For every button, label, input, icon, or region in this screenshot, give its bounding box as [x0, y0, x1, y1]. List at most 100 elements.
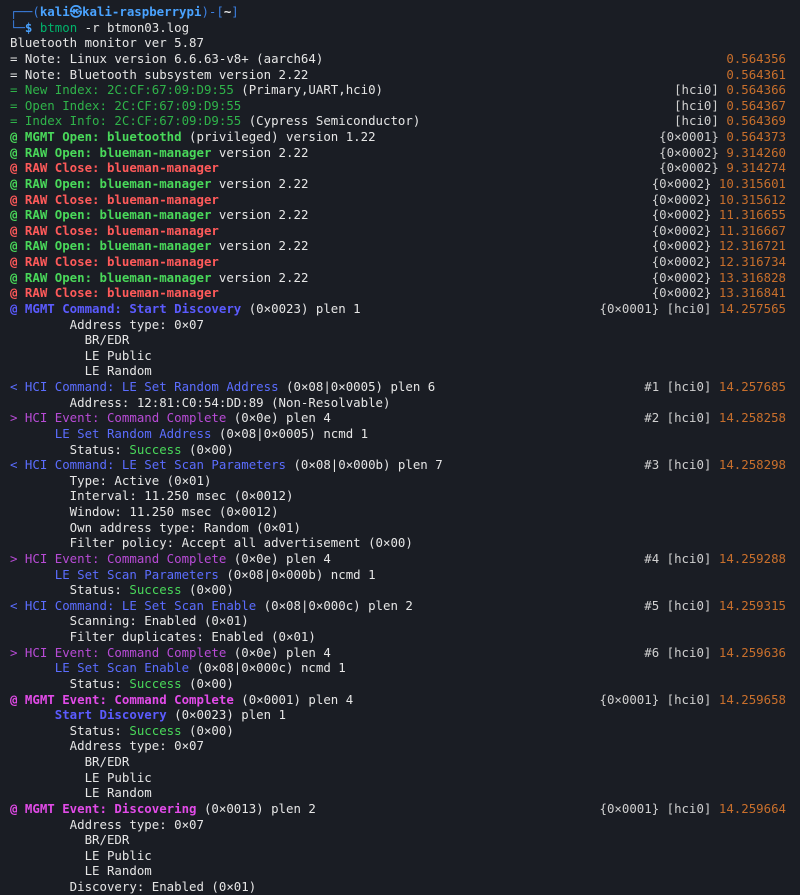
prompt-frame: )-[ — [201, 4, 224, 19]
log-meta: #3 [hci0] 14.258298 — [644, 457, 786, 473]
log-text: < HCI Command: LE Set Random Address (0×… — [10, 379, 435, 395]
log-line: @ RAW Close: blueman-manager {0×0002} 10.… — [10, 192, 786, 208]
log-index-tag: #2 [hci0] — [644, 410, 712, 426]
log-timestamp: 0.564369 — [726, 113, 786, 129]
log-line: Discovery: Enabled (0×01) — [10, 879, 786, 895]
log-line: @ RAW Open: blueman-manager version 2.22… — [10, 176, 786, 192]
log-segment: (0×0023) plen 1 — [166, 707, 287, 723]
log-text: Bluetooth monitor ver 5.87 — [10, 35, 204, 51]
terminal-window[interactable]: ┌──(kali㉿kali-raspberrypi)-[~] └─$ btmon… — [0, 0, 800, 895]
log-meta: [hci0] 0.564367 — [674, 98, 786, 114]
log-meta: {0×0002} 12.316734 — [652, 254, 786, 270]
log-line: Start Discovery (0×0023) plen 1 — [10, 707, 786, 723]
log-meta: #4 [hci0] 14.259288 — [644, 551, 786, 567]
prompt-frame: └─ — [10, 19, 25, 35]
log-text: Start Discovery (0×0023) plen 1 — [10, 707, 286, 723]
log-line: < HCI Command: LE Set Scan Parameters (0… — [10, 457, 786, 473]
log-timestamp: 14.259658 — [718, 691, 786, 707]
log-line: LE Random — [10, 363, 786, 379]
log-segment: Status: — [10, 722, 130, 738]
log-meta: {0×0002} 11.316667 — [652, 223, 786, 239]
log-text: = Open Index: 2C:CF:67:09:D9:55 — [10, 98, 241, 114]
log-text: @ MGMT Event: Discovering (0×0013) plen … — [10, 801, 316, 817]
log-index-tag: {0×0002} — [651, 238, 712, 254]
log-text: BR/EDR — [10, 332, 130, 348]
log-text: = Note: Linux version 6.6.63-v8+ (aarch6… — [10, 50, 324, 66]
log-segment: @ RAW Close: blueman-manager — [10, 285, 219, 301]
log-line: LE Set Random Address (0×08|0×0005) ncmd… — [10, 426, 786, 442]
log-line: Address type: 0×07 — [10, 738, 786, 754]
log-line: LE Random — [10, 863, 786, 879]
log-segment: @ RAW Close: blueman-manager — [10, 191, 219, 207]
log-segment: @ MGMT Event: Command Complete — [10, 691, 234, 707]
log-segment: @ RAW Close: blueman-manager — [10, 160, 219, 176]
log-timestamp: 12.316734 — [718, 254, 786, 269]
log-text: > HCI Event: Command Complete (0×0e) ple… — [10, 410, 331, 426]
log-timestamp: 11.316667 — [718, 222, 786, 238]
log-index-tag: {0×0001} — [659, 129, 719, 144]
log-meta: {0×0002} 9.314274 — [659, 160, 786, 176]
log-line: > HCI Event: Command Complete (0×0e) ple… — [10, 645, 786, 661]
log-text: Interval: 11.250 msec (0×0012) — [10, 488, 294, 504]
log-meta: #6 [hci0] 14.259636 — [644, 645, 786, 661]
log-output: Bluetooth monitor ver 5.87 = Note: Linux … — [10, 35, 786, 894]
log-text: @ RAW Open: blueman-manager version 2.22 — [10, 207, 308, 223]
log-text: @ RAW Open: blueman-manager version 2.22 — [10, 176, 308, 192]
prompt-line-1: ┌──(kali㉿kali-raspberrypi)-[~] — [10, 4, 786, 20]
log-line: Bluetooth monitor ver 5.87 — [10, 35, 786, 51]
prompt-line-2: └─$ btmon -r btmon03.log — [10, 20, 786, 36]
log-segment: (0×00) — [181, 722, 234, 738]
log-timestamp: 10.315601 — [718, 175, 786, 191]
log-meta: {0×0002} 10.315612 — [652, 192, 786, 208]
log-timestamp: 0.564373 — [726, 129, 786, 144]
log-meta: #5 [hci0] 14.259315 — [644, 598, 786, 614]
log-text: @ RAW Close: blueman-manager — [10, 285, 219, 301]
log-line: Status: Success (0×00) — [10, 582, 786, 598]
log-line: BR/EDR — [10, 332, 786, 348]
log-index-tag: {0×0002} — [651, 269, 712, 285]
log-line: BR/EDR — [10, 832, 786, 848]
log-line: = Index Info: 2C:CF:67:09:D9:55 (Cypress… — [10, 113, 786, 129]
log-index-tag: #6 [hci0] — [644, 644, 712, 660]
log-meta: {0×0001} [hci0] 14.259664 — [599, 801, 786, 817]
log-timestamp: 14.259664 — [718, 800, 786, 816]
log-text: = Note: Bluetooth subsystem version 2.22 — [10, 66, 309, 82]
log-text: < HCI Command: LE Set Scan Parameters (0… — [10, 457, 443, 473]
log-index-tag: {0×0002} — [651, 222, 712, 238]
log-line: = Open Index: 2C:CF:67:09:D9:55 [hci0] 0.… — [10, 98, 786, 114]
log-segment: Success — [129, 722, 182, 738]
log-line: LE Public — [10, 348, 786, 364]
log-timestamp: 14.257685 — [718, 379, 786, 394]
log-text: Address type: 0×07 — [10, 316, 204, 332]
log-timestamp: 9.314274 — [726, 160, 786, 176]
log-text: Status: Success (0×00) — [10, 442, 234, 458]
log-line: BR/EDR — [10, 754, 786, 770]
log-timestamp: 14.259288 — [718, 550, 786, 566]
log-index-tag: {0×0001} [hci0] — [599, 800, 712, 816]
log-text: Address type: 0×07 — [10, 816, 204, 832]
log-line: = Note: Bluetooth subsystem version 2.22… — [10, 67, 786, 83]
log-text: @ RAW Close: blueman-manager — [10, 254, 219, 270]
log-text: LE Set Scan Enable (0×08|0×000c) ncmd 1 — [10, 660, 346, 676]
log-index-tag: {0×0002} — [651, 285, 712, 301]
log-segment: Start Discovery — [10, 707, 167, 723]
log-line: < HCI Command: LE Set Random Address (0×… — [10, 379, 786, 395]
log-index-tag: #4 [hci0] — [644, 550, 712, 566]
log-segment: @ RAW Open: blueman-manager — [10, 144, 212, 160]
log-segment: (0×0023) plen 1 — [241, 300, 361, 316]
log-text: @ RAW Open: blueman-manager version 2.22 — [10, 270, 308, 286]
log-segment: = Open Index: 2C:CF:67:09:D9:55 — [10, 97, 242, 113]
log-segment: version 2.22 — [211, 207, 309, 223]
log-index-tag: #3 [hci0] — [644, 457, 712, 473]
log-index-tag: #5 [hci0] — [644, 597, 712, 613]
log-text: @ MGMT Open: bluetoothd (privileged) ver… — [10, 129, 376, 145]
log-segment: (0×0013) plen 2 — [196, 800, 316, 816]
log-index-tag: {0×0002} — [659, 160, 719, 176]
log-segment: (0×00) — [181, 582, 234, 598]
log-timestamp: 14.258298 — [718, 457, 786, 473]
log-line: @ RAW Close: blueman-manager {0×0002} 13.… — [10, 285, 786, 301]
log-index-tag: [hci0] — [674, 82, 719, 98]
log-meta: {0×0002} 10.315601 — [652, 176, 786, 192]
log-segment: @ MGMT Open: bluetoothd — [10, 129, 182, 144]
log-text: LE Set Scan Parameters (0×08|0×000b) ncm… — [10, 567, 376, 583]
